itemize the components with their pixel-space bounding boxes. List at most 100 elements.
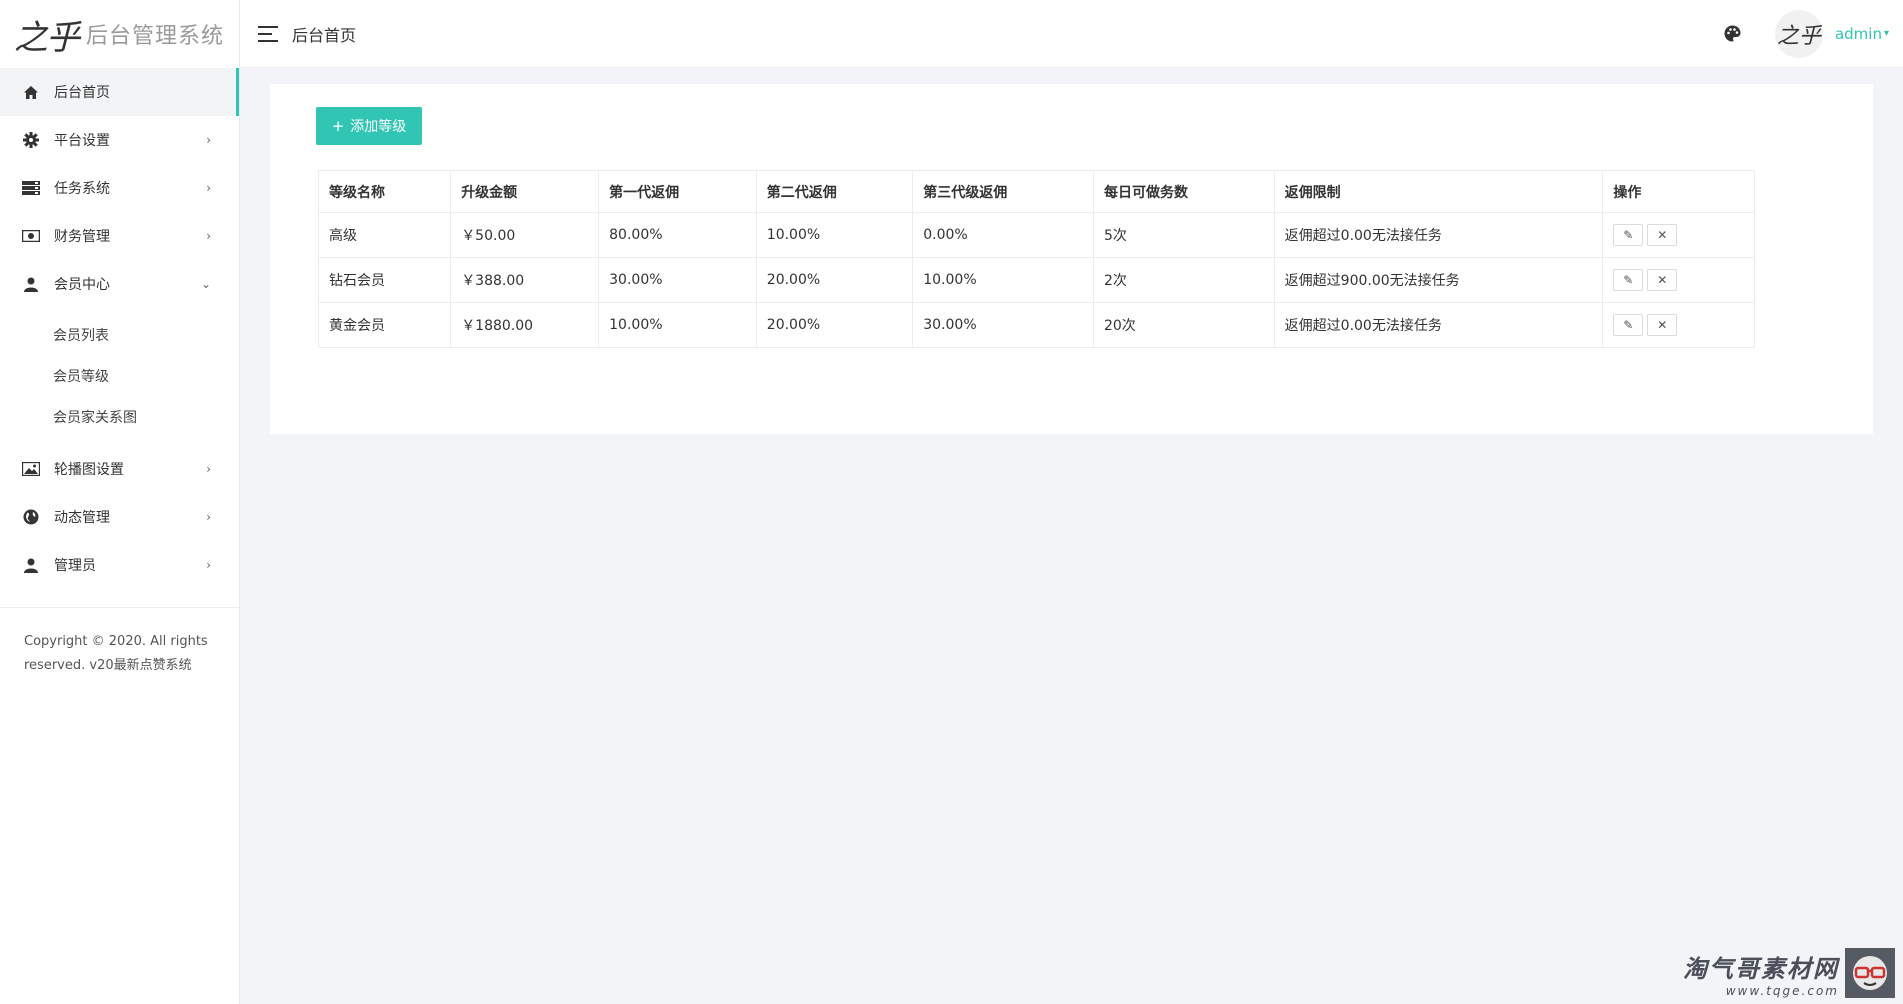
topbar: 后台首页 之乎 admin ▾ (240, 0, 1903, 68)
chevron-right-icon: › (206, 181, 211, 195)
table-cell: 10.00% (755, 212, 914, 258)
chevron-right-icon: › (206, 510, 211, 524)
actions-cell: ✎ ✕ (1602, 257, 1755, 303)
close-icon: ✕ (1657, 318, 1668, 332)
logo-title: 后台管理系统 (86, 24, 225, 49)
table-row: 高级 ￥50.00 80.00% 10.00% 0.00% 5次 返佣超过0.0… (317, 212, 1755, 258)
table-cell: 0.00% (912, 212, 1094, 258)
sidebar-item-platform-settings[interactable]: 平台设置 › (0, 116, 239, 164)
sidebar-subitem-member-list[interactable]: 会员列表 (0, 314, 239, 355)
chevron-right-icon: › (206, 558, 211, 572)
user-menu[interactable]: admin (1835, 25, 1882, 43)
table-cell: 5次 (1092, 212, 1275, 258)
sidebar-item-label: 财务管理 (54, 229, 110, 245)
watermark-title: 淘气哥素材网 (1683, 954, 1839, 983)
sidebar-item-home[interactable]: 后台首页 (0, 68, 239, 116)
member-level-table: 等级名称 升级金额 第一代返佣 第二代返佣 第三代级返佣 每日可做务数 返佣限制… (317, 170, 1755, 348)
edit-button[interactable]: ✎ (1613, 224, 1644, 246)
sidebar-item-label: 管理员 (54, 558, 96, 574)
table-cell: 20次 (1092, 302, 1275, 348)
column-header: 第三代级返佣 (912, 170, 1094, 213)
delete-button[interactable]: ✕ (1647, 314, 1678, 336)
column-header: 操作 (1602, 170, 1755, 213)
sidebar-item-finance[interactable]: 财务管理 › (0, 212, 239, 260)
globe-icon (22, 508, 40, 526)
table-cell: 黄金会员 (317, 302, 452, 348)
server-icon (22, 179, 40, 197)
table-cell: 2次 (1092, 257, 1275, 303)
table-cell: 30.00% (912, 302, 1094, 348)
image-icon (22, 460, 40, 478)
watermark: 淘气哥素材网 www.tqge.com (1683, 948, 1895, 998)
copyright-line: reserved. v20最新点赞系统 (24, 658, 192, 673)
table-cell: 10.00% (912, 257, 1094, 303)
table-cell: ￥1880.00 (450, 302, 600, 348)
pencil-icon: ✎ (1623, 318, 1634, 332)
table-cell: ￥388.00 (450, 257, 600, 303)
gear-icon (22, 131, 40, 149)
sidebar-item-label: 任务系统 (54, 181, 110, 197)
topbar-right: 之乎 admin ▾ (1724, 9, 1903, 58)
page-title: 后台首页 (292, 25, 357, 45)
add-level-label: 添加等级 (350, 119, 407, 135)
user-icon (22, 275, 40, 293)
table-cell: 返佣超过900.00无法接任务 (1273, 257, 1604, 303)
sidebar-item-task-system[interactable]: 任务系统 › (0, 164, 239, 212)
add-level-button[interactable]: + 添加等级 (316, 107, 422, 145)
table-cell: 30.00% (598, 257, 757, 303)
pencil-icon: ✎ (1623, 228, 1634, 242)
sidebar-item-news[interactable]: 动态管理 › (0, 493, 239, 541)
palette-icon[interactable] (1724, 25, 1741, 42)
edit-button[interactable]: ✎ (1613, 314, 1644, 336)
member-submenu: 会员列表 会员等级 会员家关系图 (0, 308, 239, 445)
chevron-right-icon: › (206, 133, 211, 147)
chevron-down-icon: ⌄ (200, 277, 211, 291)
column-header: 每日可做务数 (1092, 170, 1275, 213)
chevron-right-icon: › (206, 229, 211, 243)
sidebar-subitem-member-levels[interactable]: 会员等级 (0, 355, 239, 396)
table-cell: 20.00% (755, 257, 914, 303)
home-icon (22, 83, 40, 101)
edit-button[interactable]: ✎ (1613, 269, 1644, 291)
actions-cell: ✎ ✕ (1602, 302, 1755, 348)
column-header: 等级名称 (317, 170, 452, 213)
table-cell: 返佣超过0.00无法接任务 (1273, 212, 1604, 258)
watermark-url: www.tqge.com (1725, 983, 1839, 998)
close-icon: ✕ (1657, 228, 1668, 242)
sidebar-item-label: 轮播图设置 (54, 462, 124, 478)
sidebar: 之乎 后台管理系统 后台首页 平台设置 › 任务系统 › 财务管理 › 会员中心… (0, 0, 240, 1004)
user-icon (22, 556, 40, 574)
brand-logo[interactable]: 之乎 后台管理系统 (0, 0, 239, 68)
actions-cell: ✎ ✕ (1602, 212, 1755, 258)
delete-button[interactable]: ✕ (1647, 269, 1678, 291)
sidebar-item-label: 后台首页 (54, 85, 110, 101)
table-cell: ￥50.00 (450, 212, 600, 258)
delete-button[interactable]: ✕ (1647, 224, 1678, 246)
table-row: 钻石会员 ￥388.00 30.00% 20.00% 10.00% 2次 返佣超… (317, 257, 1755, 303)
glasses-logo-icon (1845, 948, 1895, 998)
logo-mark: 之乎 (14, 17, 80, 58)
table-cell: 10.00% (598, 302, 757, 348)
sidebar-subitem-member-relations[interactable]: 会员家关系图 (0, 396, 239, 437)
table-cell: 20.00% (755, 302, 914, 348)
sidebar-item-carousel[interactable]: 轮播图设置 › (0, 445, 239, 493)
column-header: 第一代返佣 (598, 170, 757, 213)
copyright: Copyright © 2020. All rights reserved. v… (0, 608, 239, 700)
plus-icon: + (331, 117, 345, 135)
sidebar-menu-lower: 轮播图设置 › 动态管理 › 管理员 › (0, 445, 239, 589)
copyright-line: Copyright © 2020. All rights (24, 634, 208, 649)
sidebar-item-label: 平台设置 (54, 133, 110, 149)
menu-toggle-icon[interactable] (258, 25, 278, 42)
sidebar-item-member-center[interactable]: 会员中心 ⌄ (0, 260, 239, 308)
table-cell: 返佣超过0.00无法接任务 (1273, 302, 1604, 348)
sidebar-item-admin[interactable]: 管理员 › (0, 541, 239, 589)
caret-down-icon[interactable]: ▾ (1884, 28, 1889, 39)
table-cell: 钻石会员 (317, 257, 452, 303)
money-icon (22, 227, 40, 245)
table-header-row: 等级名称 升级金额 第一代返佣 第二代返佣 第三代级返佣 每日可做务数 返佣限制… (317, 170, 1755, 213)
sidebar-item-label: 会员中心 (54, 277, 110, 293)
sidebar-item-label: 动态管理 (54, 510, 110, 526)
content-card: + 添加等级 等级名称 升级金额 第一代返佣 第二代返佣 第三代级返佣 每日可做… (270, 84, 1873, 434)
avatar[interactable]: 之乎 (1774, 9, 1823, 58)
table-row: 黄金会员 ￥1880.00 10.00% 20.00% 30.00% 20次 返… (317, 302, 1755, 348)
